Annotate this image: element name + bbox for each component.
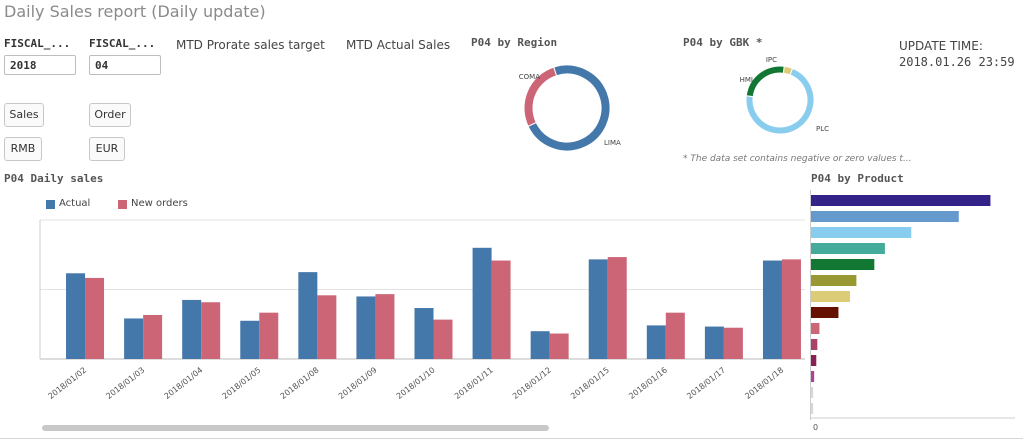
bar-new-orders[interactable] <box>549 333 569 359</box>
sales-button[interactable]: Sales <box>4 103 44 127</box>
bar-actual[interactable] <box>762 260 782 359</box>
bar-actual[interactable] <box>588 259 608 359</box>
page-title: Daily Sales report (Daily update) <box>4 2 266 21</box>
mtd-prorate-target-title: MTD Prorate sales target <box>176 38 325 52</box>
data-note: * The data set contains negative or zero… <box>683 154 912 164</box>
x-tick-label: 2018/01/08 <box>279 365 321 400</box>
daily-sales-title: P04 Daily sales <box>4 172 104 185</box>
bottom-divider <box>0 438 1023 439</box>
product-bar-chart: 0 <box>810 195 1015 432</box>
donut-label-hmi: HMI <box>740 76 753 84</box>
x-tick-label: 2018/01/18 <box>743 365 785 400</box>
product-bar[interactable] <box>811 291 851 302</box>
region-donut-chart: LIMA COMA <box>519 64 621 152</box>
bar-new-orders[interactable] <box>375 294 395 359</box>
bar-new-orders[interactable] <box>723 327 743 359</box>
donut-label-ipc: IPC <box>766 56 777 64</box>
region-chart-title: P04 by Region <box>471 36 558 49</box>
product-bar[interactable] <box>811 195 991 206</box>
product-chart-title: P04 by Product <box>811 172 904 185</box>
filter-fiscal-period-label: FISCAL_... <box>89 37 156 50</box>
eur-button[interactable]: EUR <box>89 137 125 161</box>
product-bar[interactable] <box>811 227 912 238</box>
donut-label-lima: LIMA <box>604 139 621 147</box>
product-bar[interactable] <box>811 307 839 318</box>
bar-new-orders[interactable] <box>85 277 105 359</box>
bar-actual[interactable] <box>66 273 86 359</box>
bar-actual[interactable] <box>704 326 724 359</box>
legend-actual-label: Actual <box>59 198 91 209</box>
product-bar[interactable] <box>811 259 875 270</box>
gbk-donut-chart: PLC HMI IPC <box>740 56 829 135</box>
bar-new-orders[interactable] <box>665 312 685 359</box>
x-tick-label: 2018/01/02 <box>46 365 88 400</box>
product-bar[interactable] <box>811 387 814 398</box>
x-tick-label: 2018/01/10 <box>395 365 437 400</box>
bar-actual[interactable] <box>530 331 550 359</box>
x-tick-label: 2018/01/04 <box>163 365 205 400</box>
filter-fiscal-year-label: FISCAL_... <box>4 37 71 50</box>
x-tick-label: 2018/01/03 <box>104 365 146 400</box>
bar-actual[interactable] <box>298 272 318 359</box>
x-tick-label: 2018/01/05 <box>221 365 263 400</box>
bar-new-orders[interactable] <box>433 319 453 359</box>
bar-new-orders[interactable] <box>259 312 279 359</box>
bar-actual[interactable] <box>124 318 144 359</box>
bar-new-orders[interactable] <box>201 302 221 359</box>
product-bar[interactable] <box>811 243 885 254</box>
legend-actual-swatch <box>46 200 55 209</box>
gbk-chart-title: P04 by GBK * <box>683 36 763 49</box>
legend-new-orders-swatch <box>118 200 127 209</box>
filter-fiscal-period-select[interactable]: 04 <box>89 55 161 75</box>
bar-new-orders[interactable] <box>607 257 627 359</box>
daily-sales-chart: 2018/01/02 2018/01/03 2018/01/04 2018/01/05… <box>39 219 805 401</box>
bar-actual[interactable] <box>240 320 260 359</box>
x-tick-label: 2018/01/16 <box>627 365 669 400</box>
x-tick-label: 2018/01/09 <box>337 365 379 400</box>
product-bar[interactable] <box>811 339 818 350</box>
legend-new-orders-label: New orders <box>131 198 188 209</box>
bar-new-orders[interactable] <box>491 260 511 359</box>
update-time-value: 2018.01.26 23:59 <box>899 55 1015 69</box>
order-button[interactable]: Order <box>89 103 131 127</box>
filter-fiscal-year-select[interactable]: 2018 <box>4 55 76 75</box>
update-time-label: UPDATE TIME: <box>899 39 983 53</box>
x-tick-label: 2018/01/17 <box>685 365 727 400</box>
donut-label-plc: PLC <box>816 125 829 133</box>
product-bar[interactable] <box>811 211 959 222</box>
bar-actual[interactable] <box>182 299 202 359</box>
product-x-tick-label: 0 <box>813 423 818 432</box>
bar-new-orders[interactable] <box>781 259 801 359</box>
bar-new-orders[interactable] <box>317 295 337 359</box>
product-bar[interactable] <box>811 371 815 382</box>
product-bar[interactable] <box>811 275 857 286</box>
bar-new-orders[interactable] <box>143 314 163 359</box>
bar-actual[interactable] <box>646 325 666 359</box>
mtd-actual-sales-title: MTD Actual Sales <box>346 38 451 52</box>
bar-actual[interactable] <box>472 247 492 359</box>
bar-actual[interactable] <box>356 296 376 359</box>
donut-label-coma: COMA <box>519 73 540 81</box>
x-tick-label: 2018/01/12 <box>511 365 553 400</box>
x-tick-label: 2018/01/11 <box>453 365 495 400</box>
rmb-button[interactable]: RMB <box>4 137 42 161</box>
product-bar[interactable] <box>811 323 820 334</box>
product-bar[interactable] <box>811 403 814 414</box>
x-tick-label: 2018/01/15 <box>569 365 611 400</box>
product-bar[interactable] <box>811 355 817 366</box>
bar-actual[interactable] <box>414 308 434 359</box>
daily-sales-scrollbar[interactable] <box>42 425 549 431</box>
